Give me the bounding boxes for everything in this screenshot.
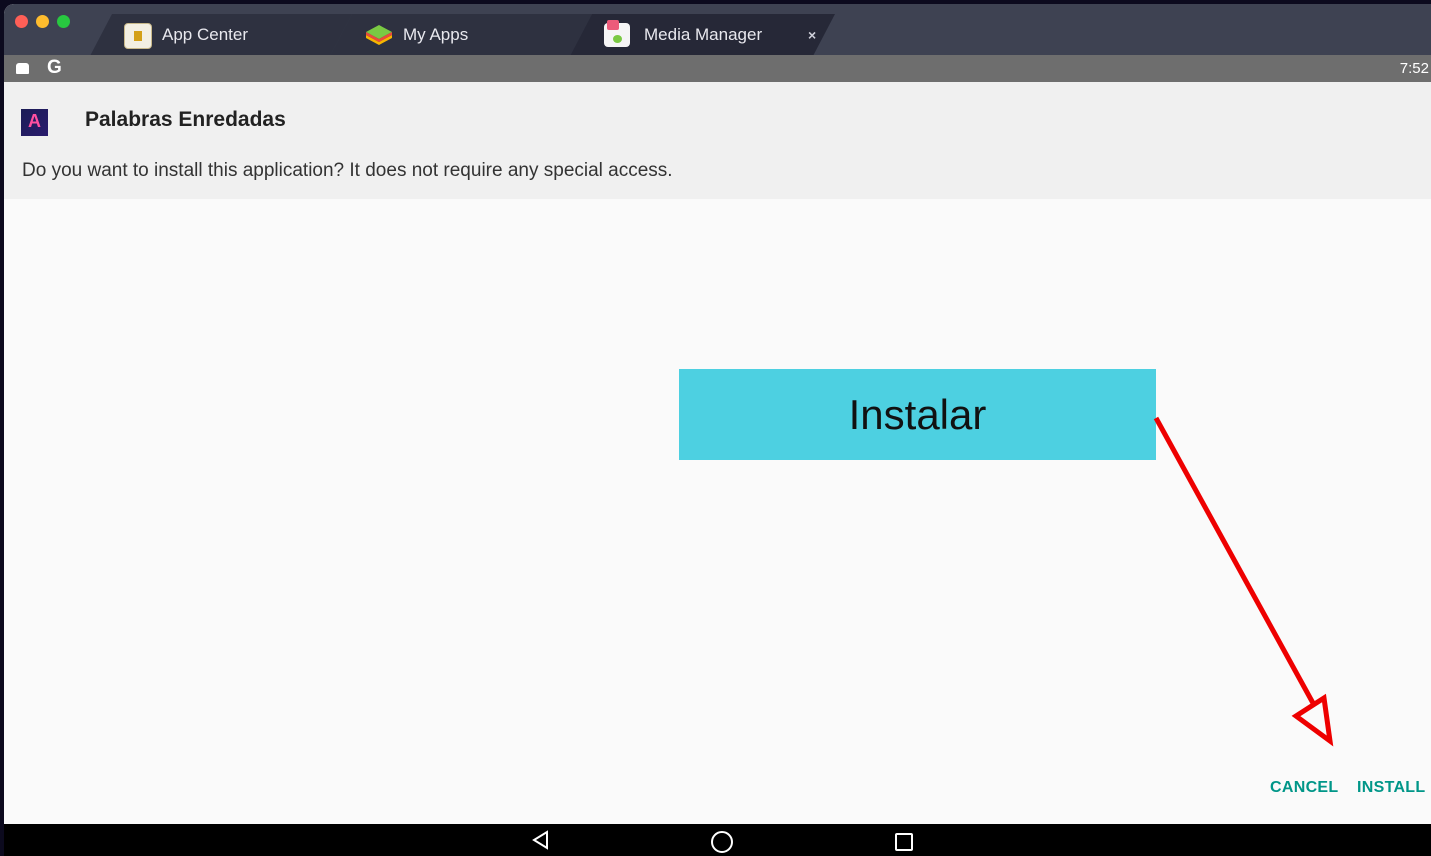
my-apps-icon [364,23,390,47]
install-prompt: Do you want to install this application?… [22,160,673,181]
close-tab-icon[interactable]: × [808,27,816,43]
android-status-bar: G 7:52 [4,55,1431,82]
media-manager-icon [604,23,630,47]
app-center-icon [124,23,152,49]
back-icon[interactable] [531,830,551,850]
tab-label: My Apps [403,25,469,44]
tab-label: Media Manager [644,25,763,44]
notification-icon [16,63,29,74]
recents-icon[interactable] [895,833,913,851]
close-window-button[interactable] [15,15,28,28]
tab-media-manager[interactable]: Media Manager × [570,14,835,56]
minimize-window-button[interactable] [36,15,49,28]
tab-label: App Center [162,25,248,44]
clock: 7:52 [1399,60,1429,77]
instalar-annotation: Instalar [679,369,1156,460]
install-button[interactable]: INSTALL [1357,779,1425,797]
tab-my-apps[interactable]: My Apps [330,14,592,56]
cancel-button[interactable]: CANCEL [1270,779,1338,797]
tab-bar: App Center My Apps Media Manager × [4,4,1431,55]
tab-app-center[interactable]: App Center [90,14,352,56]
home-icon[interactable] [711,831,733,853]
android-nav-bar [4,824,1431,856]
emulator-window: App Center My Apps Media Manager × G 7:5… [4,4,1431,856]
app-title: Palabras Enredadas [85,108,286,131]
app-icon: A [21,109,48,136]
maximize-window-button[interactable] [57,15,70,28]
google-icon: G [47,57,62,78]
install-dialog-header: A Palabras Enredadas Do you want to inst… [4,82,1431,199]
